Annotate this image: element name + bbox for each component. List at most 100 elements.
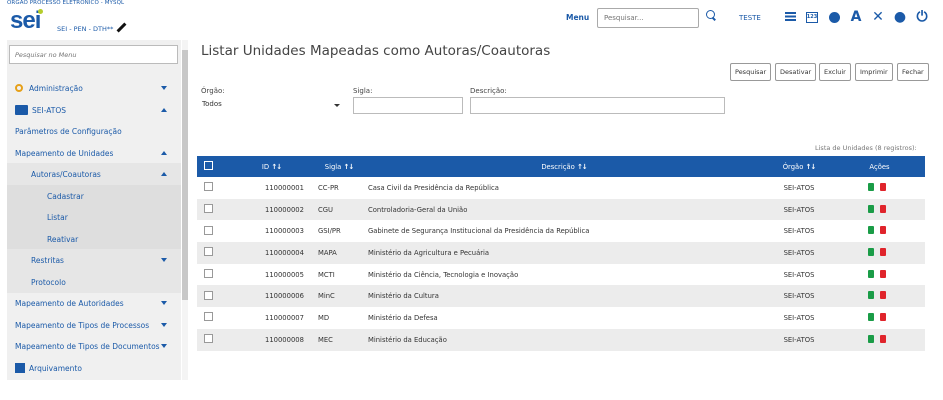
row-checkbox-cell[interactable] xyxy=(197,220,229,242)
cell-id: 110000008 xyxy=(265,335,304,344)
descricao-input[interactable] xyxy=(470,97,725,114)
cell-id: 110000005 xyxy=(265,270,304,279)
sidebar-item-administracao[interactable]: Administração xyxy=(7,77,181,99)
sidebar-item-sei-atos[interactable]: SEI-ATOS xyxy=(7,99,181,121)
sidebar-item-reativar[interactable]: Reativar xyxy=(7,228,181,250)
row-checkbox[interactable] xyxy=(204,204,213,214)
sidebar-item-mapeamento-autoridades[interactable]: Mapeamento de Autoridades xyxy=(7,292,181,314)
cell-orgao: SEI-ATOS xyxy=(783,205,815,214)
numeric-box-icon[interactable]: 123 xyxy=(802,8,822,26)
table-header-row: ID ↑↓ Sigla ↑↓ Descrição ↑↓ Órgão ↑↓ Açõ… xyxy=(197,156,925,177)
table-row[interactable]: 110000005 MCTI Ministério da Ciência, Tecn… xyxy=(197,264,925,286)
row-checkbox-cell[interactable] xyxy=(197,177,229,199)
sidebar-item-label: Protocolo xyxy=(31,277,66,287)
column-header-sigla[interactable]: Sigla ↑↓ xyxy=(314,156,364,177)
select-all-checkbox[interactable] xyxy=(204,161,213,170)
table-row[interactable]: 110000002 CGU Controladoria-Geral da União… xyxy=(197,198,925,221)
sidebar-item-mapeamento-tipos-processos[interactable]: Mapeamento de Tipos de Processos xyxy=(7,314,181,336)
table-row[interactable]: 110000003 GSI/PR Gabinete de Segurança Ins… xyxy=(197,220,925,242)
cell-descricao: Casa Civil da Presidência da República xyxy=(368,183,499,192)
row-checkbox[interactable] xyxy=(204,225,213,235)
tools-icon[interactable]: ✕ xyxy=(868,8,888,26)
row-checkbox-cell[interactable] xyxy=(197,285,229,307)
row-checkbox[interactable] xyxy=(204,182,213,192)
sort-icon[interactable]: ↑↓ xyxy=(271,163,282,171)
sidebar-scrollbar[interactable] xyxy=(182,40,188,380)
trash-icon[interactable] xyxy=(879,247,886,256)
fechar-button[interactable]: Fechar xyxy=(897,63,929,81)
sidebar-item-label: Autoras/Coautoras xyxy=(31,169,101,179)
power-icon[interactable]: ⏻ xyxy=(912,8,932,26)
row-checkbox[interactable] xyxy=(204,334,213,344)
font-icon[interactable]: A xyxy=(846,8,866,26)
search-icon[interactable] xyxy=(706,10,715,19)
edit-icon[interactable] xyxy=(867,334,874,343)
pesquisar-button[interactable]: Pesquisar xyxy=(730,63,772,81)
sidebar-item-mapeamento-unidades[interactable]: Mapeamento de Unidades xyxy=(7,142,181,164)
sidebar-item-cadastrar[interactable]: Cadastrar xyxy=(7,185,181,207)
chevron-down-icon xyxy=(334,104,340,107)
trash-icon[interactable] xyxy=(879,182,886,191)
row-checkbox[interactable] xyxy=(204,312,213,322)
edit-icon[interactable] xyxy=(867,312,874,321)
orgao-select[interactable]: Todos xyxy=(199,97,344,114)
pencil-icon[interactable] xyxy=(116,22,127,33)
edit-icon[interactable] xyxy=(867,226,874,235)
sort-icon[interactable]: ↑↓ xyxy=(344,163,355,171)
column-header-id[interactable]: ID ↑↓ xyxy=(229,156,314,177)
trash-icon[interactable] xyxy=(879,291,886,300)
table-row[interactable]: 110000007 MD Ministério da Defesa SEI-ATOS xyxy=(197,307,925,329)
row-checkbox-cell[interactable] xyxy=(197,307,229,329)
row-checkbox-cell[interactable] xyxy=(197,329,229,351)
row-checkbox[interactable] xyxy=(204,269,213,279)
folder-icon xyxy=(15,105,28,115)
table-row[interactable]: 110000006 MinC Ministério da Cultura SEI-AT… xyxy=(197,285,925,308)
imprimir-button[interactable]: Imprimir xyxy=(855,63,893,81)
row-checkbox[interactable] xyxy=(204,290,213,300)
search-input[interactable] xyxy=(597,8,699,28)
sidebar-item-arquivamento[interactable]: Arquivamento xyxy=(7,357,181,379)
table-row[interactable]: 110000004 MAPA Ministério da Agricultura e… xyxy=(197,242,925,264)
sidebar-item-listar[interactable]: Listar xyxy=(7,206,181,228)
sort-icon[interactable]: ↑↓ xyxy=(577,163,588,171)
user-icon[interactable]: ● xyxy=(890,8,910,26)
select-all-checkbox-cell[interactable] xyxy=(197,156,229,177)
desativar-button[interactable]: Desativar xyxy=(775,63,817,81)
sidebar-item-autoras-coautoras[interactable]: Autoras/Coautoras xyxy=(7,163,181,185)
sidebar-item-label: Parâmetros de Configuração xyxy=(15,126,122,136)
scrollbar-thumb[interactable] xyxy=(182,50,188,300)
trash-icon[interactable] xyxy=(879,226,886,235)
column-header-descricao[interactable]: Descrição ↑↓ xyxy=(364,156,764,177)
table-row[interactable]: 110000001 CC-PR Casa Civil da Presidência … xyxy=(197,177,925,199)
cell-descricao: Gabinete de Segurança Institucional da P… xyxy=(368,227,590,236)
sidebar-menu: Administração SEI-ATOS Parâmetros de Con… xyxy=(7,40,181,380)
trash-icon[interactable] xyxy=(879,312,886,321)
row-checkbox-cell[interactable] xyxy=(197,199,229,221)
trash-icon[interactable] xyxy=(879,269,886,278)
excluir-button[interactable]: Excluir xyxy=(819,63,851,81)
row-checkbox-cell[interactable] xyxy=(197,242,229,264)
row-checkbox-cell[interactable] xyxy=(197,264,229,286)
edit-icon[interactable] xyxy=(867,291,874,300)
sei-logo[interactable]: sei xyxy=(10,9,45,33)
sidebar-item-parametros[interactable]: Parâmetros de Configuração xyxy=(7,120,181,142)
menu-link[interactable]: Menu xyxy=(566,13,589,22)
edit-icon[interactable] xyxy=(867,182,874,191)
column-header-orgao[interactable]: Órgão ↑↓ xyxy=(764,156,834,177)
user-name[interactable]: TESTE xyxy=(739,14,761,22)
sidebar-item-mapeamento-tipos-documentos[interactable]: Mapeamento de Tipos de Documentos xyxy=(7,335,181,357)
trash-icon[interactable] xyxy=(879,334,886,343)
table-row[interactable]: 110000008 MEC Ministério da Educação SEI-AT… xyxy=(197,328,925,351)
grid-icon[interactable] xyxy=(780,8,800,26)
sort-icon[interactable]: ↑↓ xyxy=(806,163,817,171)
edit-icon[interactable] xyxy=(867,247,874,256)
sigla-input[interactable] xyxy=(353,97,463,114)
row-checkbox[interactable] xyxy=(204,247,213,257)
sidebar-item-restritas[interactable]: Restritas xyxy=(7,249,181,271)
trash-icon[interactable] xyxy=(879,204,886,213)
edit-icon[interactable] xyxy=(867,269,874,278)
puzzle-icon[interactable] xyxy=(824,8,844,26)
edit-icon[interactable] xyxy=(867,204,874,213)
sidebar-search-input[interactable] xyxy=(9,45,178,64)
sidebar-item-protocolo[interactable]: Protocolo xyxy=(7,271,181,293)
